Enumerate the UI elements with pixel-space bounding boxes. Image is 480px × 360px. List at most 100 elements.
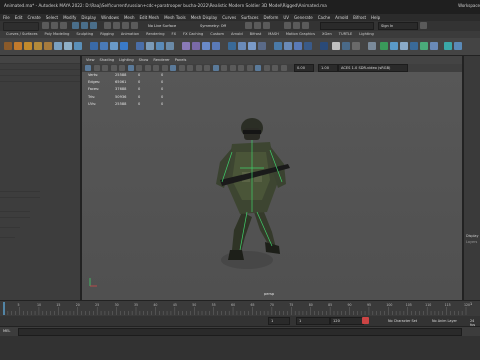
shelf-crease-icon[interactable] <box>342 42 350 50</box>
viewport-toolbar-icon[interactable] <box>263 64 270 71</box>
input-line-field[interactable] <box>320 22 374 30</box>
soldier-figure[interactable] <box>82 72 462 300</box>
character-set-dropdown[interactable]: No Character Set <box>388 319 417 323</box>
new-scene-icon[interactable] <box>42 22 49 29</box>
select-component-icon[interactable] <box>90 22 97 29</box>
colorspace-dropdown[interactable]: ACES 1.0 SDR-video (sRGB) <box>338 64 408 72</box>
range-inner-end-field[interactable]: 120 <box>330 317 364 325</box>
shelf-tab[interactable]: Custom <box>210 31 224 38</box>
shelf-xgen-icon[interactable] <box>454 42 462 50</box>
shelf-tab[interactable]: Poly Modeling <box>45 31 70 38</box>
layers-label[interactable]: Layers <box>466 240 477 244</box>
shelf-fill-hole-icon[interactable] <box>228 42 236 50</box>
shelf-tab[interactable]: Motion Graphics <box>286 31 315 38</box>
shelf-hypershade-icon[interactable] <box>430 42 438 50</box>
outliner-row[interactable] <box>0 192 40 198</box>
shelf-combine-icon[interactable] <box>90 42 98 50</box>
sign-in-button[interactable]: Sign In <box>378 22 418 30</box>
shelf-mirror-icon[interactable] <box>156 42 164 50</box>
viewport-toolbar-icon[interactable] <box>255 64 261 71</box>
shelf-tab[interactable]: MASH <box>268 31 279 38</box>
shelf-tab[interactable]: Curves / Surfaces <box>6 31 38 38</box>
viewport-menu-renderer[interactable]: Renderer <box>153 56 169 64</box>
render-settings-icon[interactable] <box>263 22 270 29</box>
time-slider[interactable]: 5 10 15 20 25 30 35 40 45 50 55 60 65 70 75 80 85 90 95 100… <box>0 300 480 317</box>
shelf-cylinder-icon[interactable] <box>34 42 42 50</box>
select-hierarchy-icon[interactable] <box>72 22 79 29</box>
auto-key-icon[interactable] <box>362 317 369 324</box>
viewport-menu-shading[interactable]: Shading <box>100 56 115 64</box>
viewport-toolbar-icon[interactable] <box>195 64 202 71</box>
shelf-bifrost-icon[interactable] <box>444 42 452 50</box>
shelf-plane-icon[interactable] <box>54 42 62 50</box>
menu-mesh[interactable]: Mesh <box>124 14 135 21</box>
menu-select[interactable]: Select <box>46 14 58 21</box>
shelf-target-weld-icon[interactable] <box>248 42 256 50</box>
shelf-tab[interactable]: Rigging <box>100 31 114 38</box>
viewport-menu-show[interactable]: Show <box>139 56 149 64</box>
menu-edit-mesh[interactable]: Edit Mesh <box>140 14 160 21</box>
menu-mesh-tools[interactable]: Mesh Tools <box>164 14 186 21</box>
menu-deform[interactable]: Deform <box>263 14 278 21</box>
viewport-toolbar-icon[interactable] <box>136 64 142 71</box>
shelf-reduce-icon[interactable] <box>146 42 154 50</box>
shelf-tab[interactable]: Animation <box>121 31 139 38</box>
mel-label[interactable]: MEL <box>3 329 10 333</box>
viewport-toolbar-icon[interactable] <box>153 64 159 71</box>
shelf-curve-tool-icon[interactable] <box>380 42 388 50</box>
command-input[interactable] <box>18 328 462 336</box>
render-icon[interactable] <box>245 22 252 29</box>
mode-dropdown[interactable] <box>3 22 39 31</box>
menu-curves[interactable]: Curves <box>222 14 236 21</box>
shelf-poke-icon[interactable] <box>304 42 312 50</box>
shelf-torus-icon[interactable] <box>64 42 72 50</box>
shelf-globe-icon[interactable] <box>390 42 398 50</box>
viewport-toolbar-icon[interactable] <box>246 64 253 71</box>
menu-modify[interactable]: Modify <box>63 14 76 21</box>
shelf-tab[interactable]: FX Caching <box>183 31 203 38</box>
outliner-row[interactable] <box>0 76 80 82</box>
shelf-extract-icon[interactable] <box>110 42 118 50</box>
shelf-bevel-icon[interactable] <box>182 42 190 50</box>
range-inner-start-field[interactable]: 1 <box>296 317 330 325</box>
viewport-field-b[interactable]: 1.00 <box>318 64 338 72</box>
viewport-3d[interactable]: Verts: 25588 0 0 Edges: 65061 0 0 Faces: 37688 0 0 T… <box>82 72 462 300</box>
shelf-append-icon[interactable] <box>212 42 220 50</box>
snap-grid-icon[interactable] <box>104 22 111 29</box>
shelf-tab[interactable]: Bifrost <box>250 31 262 38</box>
menu-edit[interactable]: Edit <box>15 14 23 21</box>
viewport-toolbar-icon[interactable] <box>102 64 108 71</box>
symmetry-status[interactable]: Symmetry: Off <box>200 24 226 28</box>
shelf-tab[interactable]: TURTLE <box>339 31 353 38</box>
menu-generate[interactable]: Generate <box>294 14 313 21</box>
shelf-tab[interactable]: FX <box>172 31 177 38</box>
viewport-menu-view[interactable]: View <box>86 56 95 64</box>
menu-windows[interactable]: Windows <box>101 14 119 21</box>
menu-file[interactable]: File <box>3 14 10 21</box>
viewport-toolbar-icon[interactable] <box>178 64 185 71</box>
shelf-tab[interactable]: Rendering <box>146 31 164 38</box>
shelf-cone-icon[interactable] <box>44 42 52 50</box>
viewport-toolbar-icon[interactable] <box>272 64 278 71</box>
shelf-separate-icon[interactable] <box>100 42 108 50</box>
menu-uv[interactable]: UV <box>283 14 289 21</box>
shelf-uv-icon[interactable] <box>166 42 174 50</box>
shelf-lighting-icon[interactable] <box>400 42 408 50</box>
menu-surfaces[interactable]: Surfaces <box>241 14 258 21</box>
menu-display[interactable]: Display <box>81 14 96 21</box>
no-live-surface[interactable]: No Live Surface <box>148 24 176 28</box>
ipr-render-icon[interactable] <box>254 22 261 29</box>
viewport-field-a[interactable]: 0.00 <box>294 64 314 72</box>
viewport-menu-panels[interactable]: Panels <box>175 56 187 64</box>
menu-arnold[interactable]: Arnold <box>335 14 348 21</box>
viewport-toolbar-icon[interactable] <box>204 64 210 71</box>
viewport-toolbar-icon[interactable] <box>229 64 236 71</box>
shelf-tab[interactable]: Sculpting <box>76 31 93 38</box>
range-start-field[interactable]: 1 <box>268 317 290 325</box>
shelf-cut-icon[interactable] <box>332 42 340 50</box>
shelf-loop-icon[interactable] <box>284 42 292 50</box>
viewport-toolbar-icon[interactable] <box>221 64 227 71</box>
snap-point-icon[interactable] <box>122 22 129 29</box>
viewport-toolbar-icon[interactable] <box>238 64 244 71</box>
snap-curve-icon[interactable] <box>113 22 120 29</box>
